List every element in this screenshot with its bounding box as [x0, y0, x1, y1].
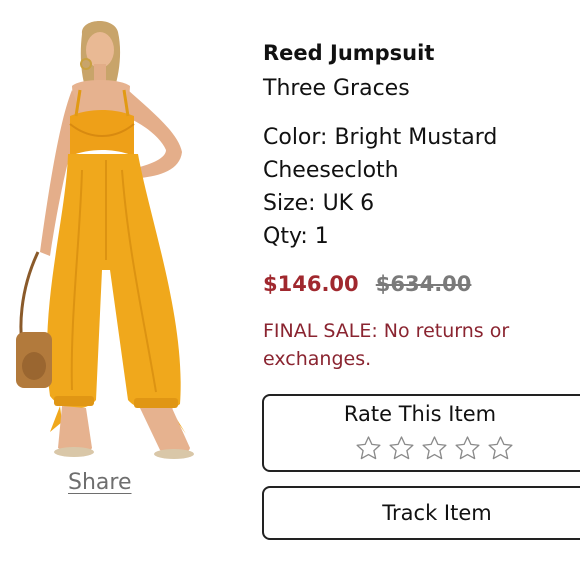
final-sale-line2: exchanges.: [263, 348, 372, 370]
star-rating[interactable]: [354, 434, 515, 463]
product-details: Reed Jumpsuit Three Graces Color: Bright…: [263, 38, 573, 373]
star-outline-icon[interactable]: [354, 434, 383, 463]
star-outline-icon[interactable]: [486, 434, 515, 463]
product-brand: Three Graces: [263, 76, 410, 101]
product-color-line1: Color: Bright Mustard: [263, 125, 498, 150]
track-item-label: Track Item: [382, 501, 492, 525]
product-size: Size: UK 6: [263, 191, 375, 216]
product-image: [16, 20, 194, 459]
share-link[interactable]: Share: [68, 468, 140, 498]
product-attributes: Color: Bright Mustard Cheesecloth Size: …: [263, 121, 573, 253]
price-row: $146.00 $634.00: [263, 269, 573, 301]
product-title: Reed Jumpsuit: [263, 41, 435, 65]
final-sale-line1: FINAL SALE: No returns or: [263, 320, 510, 342]
product-qty: Qty: 1: [263, 224, 329, 249]
rate-item-title: Rate This Item: [343, 402, 497, 426]
star-outline-icon[interactable]: [387, 434, 416, 463]
rate-item-box: Rate This Item: [262, 394, 580, 472]
track-item-button[interactable]: Track Item: [262, 486, 580, 540]
sale-price: $146.00: [263, 272, 359, 296]
star-outline-icon[interactable]: [453, 434, 482, 463]
original-price: $634.00: [375, 272, 472, 296]
order-item-detail: Share Reed Jumpsuit Three Graces Color: …: [0, 0, 580, 580]
product-color-line2: Cheesecloth: [263, 158, 399, 183]
final-sale-notice: FINAL SALE: No returns or exchanges.: [263, 317, 563, 373]
star-outline-icon[interactable]: [420, 434, 449, 463]
